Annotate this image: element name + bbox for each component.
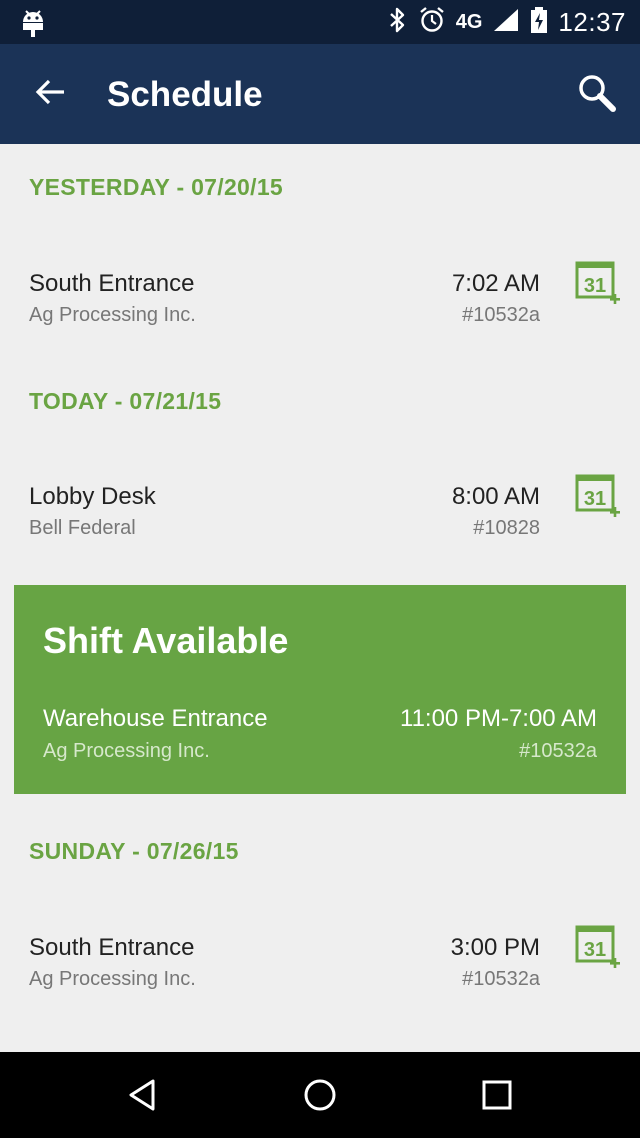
- calendar-add-icon: 31: [575, 925, 620, 968]
- back-button[interactable]: [26, 72, 74, 116]
- search-icon: [576, 72, 618, 119]
- arrow-left-icon: [34, 78, 66, 111]
- android-icon: [20, 8, 46, 43]
- schedule-row[interactable]: Lobby Desk Bell Federal 8:00 AM #10828 3…: [0, 474, 640, 563]
- row-code: #10532a: [462, 304, 540, 326]
- row-site: Lobby Desk: [29, 483, 156, 510]
- back-triangle-icon: [129, 1079, 155, 1111]
- battery-charging-icon: [530, 6, 548, 39]
- nav-recents-button[interactable]: [472, 1070, 522, 1120]
- section-header-sunday: SUNDAY - 07/26/15: [29, 838, 239, 864]
- shift-site: Warehouse Entrance: [43, 705, 268, 732]
- schedule-row[interactable]: South Entrance Ag Processing Inc. 3:00 P…: [0, 925, 640, 1014]
- calendar-add-icon: 31: [575, 261, 620, 304]
- home-circle-icon: [304, 1079, 336, 1111]
- shift-company: Ag Processing Inc.: [43, 740, 210, 762]
- nav-back-button[interactable]: [118, 1070, 168, 1120]
- row-time: 7:02 AM: [451, 270, 540, 297]
- row-company: Ag Processing Inc.: [29, 968, 196, 990]
- row-company: Ag Processing Inc.: [29, 304, 196, 326]
- shift-time: 11:00 PM-7:00 AM: [400, 705, 597, 732]
- bluetooth-icon: [388, 6, 408, 39]
- calendar-add-icon: 31: [575, 474, 620, 517]
- add-to-calendar-button[interactable]: 31: [574, 473, 622, 521]
- nav-home-button[interactable]: [295, 1070, 345, 1120]
- search-button[interactable]: [574, 72, 620, 118]
- network-4g-icon: 4G: [455, 11, 483, 33]
- calendar-day-number: 31: [584, 939, 606, 961]
- recents-square-icon: [482, 1080, 512, 1110]
- row-site: South Entrance: [29, 270, 195, 297]
- section-header-today: TODAY - 07/21/15: [29, 388, 222, 414]
- shift-code: #10532a: [519, 740, 597, 762]
- calendar-day-number: 31: [584, 488, 606, 510]
- section-header-yesterday: YESTERDAY - 07/20/15: [29, 174, 284, 200]
- shift-available-card[interactable]: Shift Available Warehouse Entrance Ag Pr…: [14, 585, 626, 794]
- row-company: Bell Federal: [29, 517, 136, 539]
- calendar-day-number: 31: [584, 275, 606, 297]
- signal-icon: [492, 7, 520, 38]
- status-clock: 12:37: [558, 6, 626, 37]
- row-site: South Entrance: [29, 934, 195, 961]
- app-bar: Schedule: [0, 44, 640, 144]
- status-icons: 4G 12:37: [388, 0, 626, 44]
- shift-available-heading: Shift Available: [43, 620, 289, 661]
- row-code: #10532a: [462, 968, 540, 990]
- status-bar: 4G 12:37: [0, 0, 640, 44]
- add-to-calendar-button[interactable]: 31: [574, 924, 622, 972]
- system-nav-bar: [0, 1052, 640, 1138]
- schedule-screen: 4G 12:37 Schedule YESTERDAY - 07/20/15 S…: [0, 0, 640, 1138]
- add-to-calendar-button[interactable]: 31: [574, 260, 622, 308]
- page-title: Schedule: [107, 75, 263, 114]
- alarm-icon: [418, 6, 446, 39]
- schedule-row[interactable]: South Entrance Ag Processing Inc. 7:02 A…: [0, 261, 640, 350]
- row-time: 8:00 AM: [451, 483, 540, 510]
- row-code: #10828: [473, 517, 540, 539]
- row-time: 3:00 PM: [450, 934, 540, 961]
